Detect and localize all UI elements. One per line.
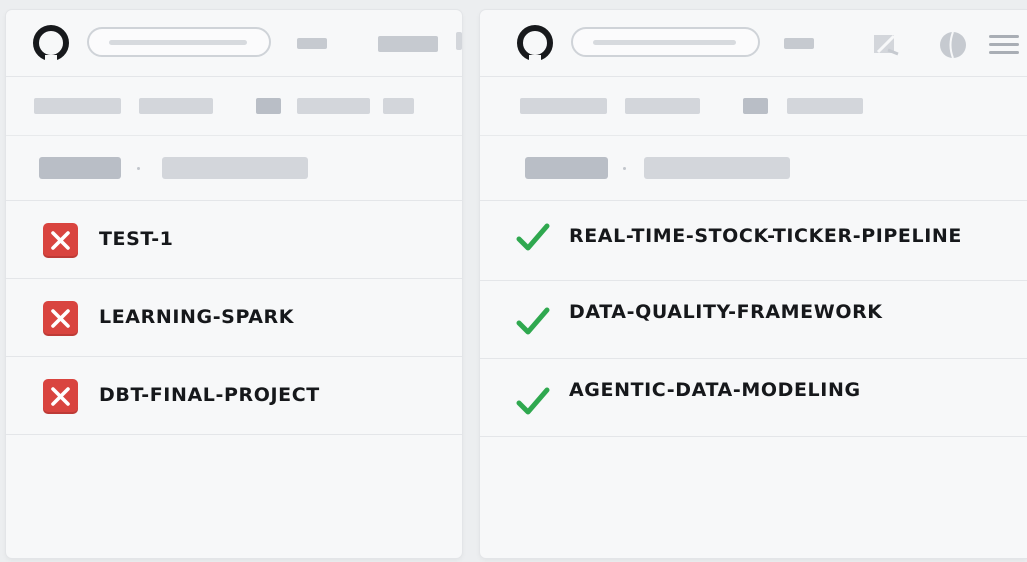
breadcrumb-owner-placeholder[interactable] [39,157,121,179]
breadcrumb [6,136,462,201]
left-window: TEST-1 LEARNING-SPARK DBT-FINAL-PROJECT [6,10,462,558]
tab-row [480,77,1027,136]
repo-list: REAL-TIME-STOCK-TICKER-PIPELINE DATA-QUA… [480,201,1027,437]
github-logo-icon[interactable] [32,24,70,62]
x-mark-icon [43,223,78,258]
tab-placeholder[interactable] [625,98,700,114]
repo-name[interactable]: TEST-1 [99,201,174,278]
tab-placeholder[interactable] [297,98,370,114]
repo-name[interactable]: LEARNING-SPARK [99,279,294,356]
checkmark-icon [516,307,550,335]
list-item[interactable]: LEARNING-SPARK [6,279,462,357]
top-nav-bar [6,10,462,77]
search-input[interactable] [571,27,760,57]
checkmark-icon [516,387,550,415]
x-mark-icon [43,301,78,336]
avatar[interactable] [938,30,968,60]
tab-placeholder[interactable] [520,98,607,114]
breadcrumb-repo-placeholder[interactable] [644,157,790,179]
repo-name[interactable]: AGENTIC-DATA-MODELING [569,352,861,429]
menu-icon[interactable] [987,34,1021,56]
repo-name[interactable]: REAL-TIME-STOCK-TICKER-PIPELINE [569,197,962,276]
breadcrumb-owner-placeholder[interactable] [525,157,608,179]
list-item[interactable]: DBT-FINAL-PROJECT [6,357,462,435]
search-input[interactable] [87,27,271,57]
tab-placeholder[interactable] [256,98,281,114]
tab-placeholder[interactable] [383,98,414,114]
nav-placeholder[interactable] [297,38,327,49]
list-item[interactable]: AGENTIC-DATA-MODELING [480,359,1027,437]
nav-placeholder [456,32,462,50]
breadcrumb [480,136,1027,201]
x-mark-icon [43,379,78,414]
repo-list: TEST-1 LEARNING-SPARK DBT-FINAL-PROJECT [6,201,462,435]
tab-row [6,77,462,136]
nav-placeholder[interactable] [378,36,438,52]
list-item[interactable]: TEST-1 [6,201,462,279]
github-logo-icon[interactable] [516,24,554,62]
list-item[interactable]: DATA-QUALITY-FRAMEWORK [480,281,1027,359]
tab-placeholder[interactable] [787,98,863,114]
edit-icon[interactable] [872,32,902,58]
repo-name[interactable]: DATA-QUALITY-FRAMEWORK [569,274,883,351]
right-window: REAL-TIME-STOCK-TICKER-PIPELINE DATA-QUA… [480,10,1027,558]
tab-placeholder[interactable] [34,98,121,114]
tab-placeholder[interactable] [139,98,213,114]
breadcrumb-repo-placeholder[interactable] [162,157,308,179]
checkmark-icon [516,223,550,251]
list-item[interactable]: REAL-TIME-STOCK-TICKER-PIPELINE [480,201,1027,281]
tab-placeholder[interactable] [743,98,768,114]
top-nav-bar [480,10,1027,77]
repo-name[interactable]: DBT-FINAL-PROJECT [99,357,320,434]
nav-placeholder[interactable] [784,38,814,49]
